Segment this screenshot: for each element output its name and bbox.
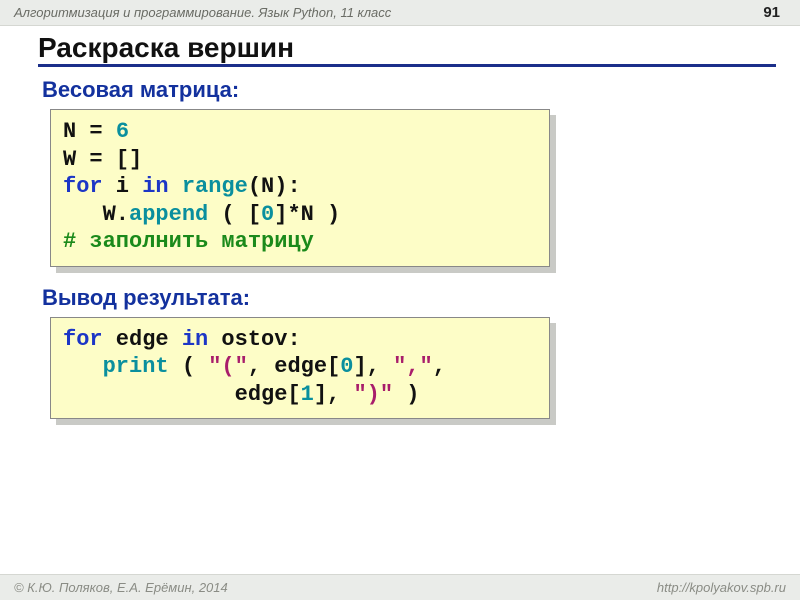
code-text: for edge in ostov: print ( "(", edge[0],…	[63, 327, 446, 407]
header-bar: Алгоритмизация и программирование. Язык …	[0, 0, 800, 26]
code-block-1: N = 6 W = [] for i in range(N): W.append…	[50, 109, 550, 267]
code-block-2: for edge in ostov: print ( "(", edge[0],…	[50, 317, 550, 420]
footer-copyright: © К.Ю. Поляков, Е.А. Ерёмин, 2014	[14, 580, 228, 595]
slide-content: Раскраска вершин Весовая матрица: N = 6 …	[0, 26, 800, 419]
code-box: N = 6 W = [] for i in range(N): W.append…	[50, 109, 550, 267]
section-weight-matrix: Весовая матрица:	[42, 77, 776, 103]
footer-url: http://kpolyakov.spb.ru	[657, 580, 786, 595]
code-box: for edge in ostov: print ( "(", edge[0],…	[50, 317, 550, 420]
code-text: N = 6 W = [] for i in range(N): W.append…	[63, 119, 340, 254]
breadcrumb: Алгоритмизация и программирование. Язык …	[14, 5, 391, 20]
page-title: Раскраска вершин	[38, 32, 776, 67]
page-number: 91	[763, 4, 780, 21]
section-output: Вывод результата:	[42, 285, 776, 311]
footer-bar: © К.Ю. Поляков, Е.А. Ерёмин, 2014 http:/…	[0, 574, 800, 600]
